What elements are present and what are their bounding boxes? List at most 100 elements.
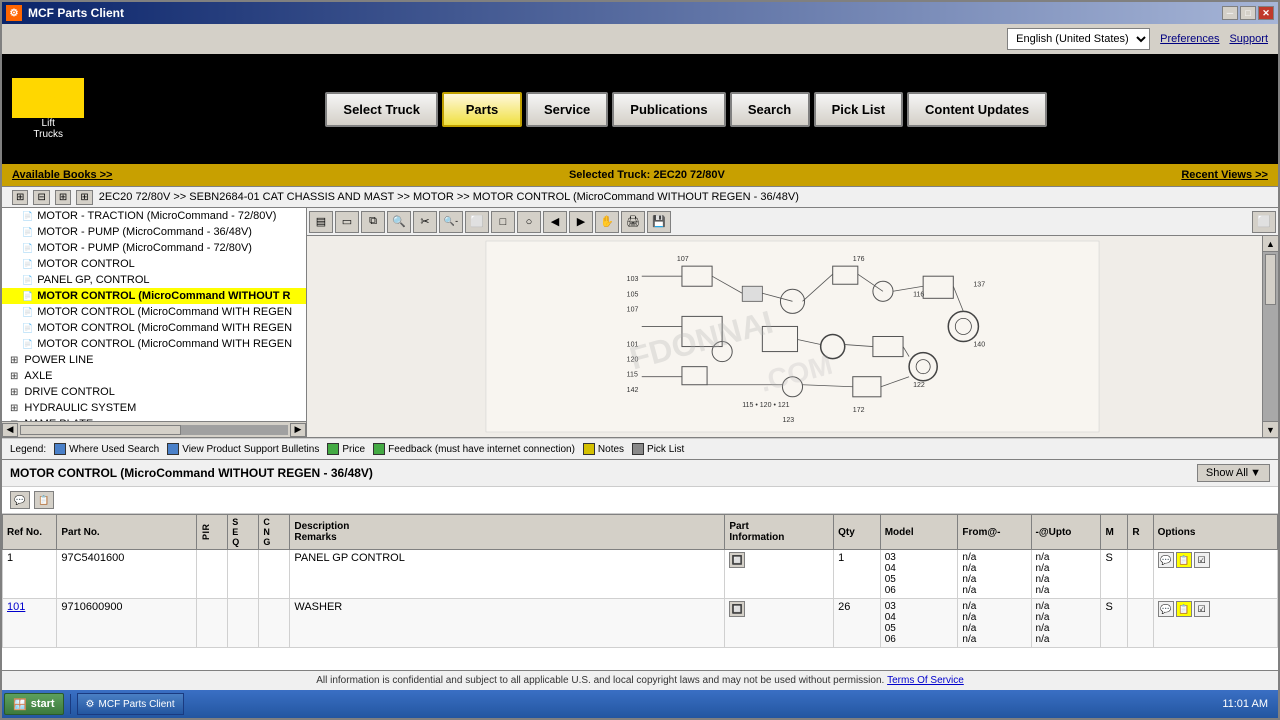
tree-label: DRIVE CONTROL xyxy=(24,386,114,398)
breadcrumb-icon-3[interactable]: ⊞ xyxy=(55,190,71,205)
svg-text:115 • 120 • 121: 115 • 120 • 121 xyxy=(742,402,789,409)
minimize-button[interactable]: ─ xyxy=(1222,6,1238,20)
expand-icon[interactable]: ⊞ xyxy=(10,387,18,398)
available-books[interactable]: Available Books >> xyxy=(12,169,112,181)
scroll-thumb[interactable] xyxy=(20,425,181,435)
legend-where-used[interactable]: Where Used Search xyxy=(54,443,159,455)
parts-actions: 💬 📋 xyxy=(2,487,1278,514)
diagram-vscroll[interactable]: ▲ ▼ xyxy=(1262,236,1278,437)
language-select[interactable]: English (United States) xyxy=(1007,28,1150,50)
part-info-icon-1[interactable]: 🔲 xyxy=(729,552,745,568)
tree-item-drive-control[interactable]: ⊞ DRIVE CONTROL xyxy=(2,384,306,400)
info-bar: Available Books >> Selected Truck: 2EC20… xyxy=(2,164,1278,186)
tree-item-motor-control-without[interactable]: 📄 MOTOR CONTROL (MicroCommand WITHOUT R xyxy=(2,288,306,304)
tree-item-power-line[interactable]: ⊞ POWER LINE xyxy=(2,352,306,368)
legend-price[interactable]: Price xyxy=(327,443,365,455)
legend-picklist[interactable]: Pick List xyxy=(632,443,684,455)
close-button[interactable]: ✕ xyxy=(1258,6,1274,20)
cell-r-1 xyxy=(197,550,228,599)
support-link[interactable]: Support xyxy=(1229,33,1268,45)
nav-pick-list[interactable]: Pick List xyxy=(814,92,903,127)
print-btn[interactable]: 🖨 xyxy=(621,211,645,233)
cell-r-101 xyxy=(197,599,228,648)
play-btn[interactable]: ▶ xyxy=(569,211,593,233)
breadcrumb-icon-1[interactable]: ⊞ xyxy=(12,190,28,205)
taskbar: 🪟 start ⚙ MCF Parts Client 11:01 AM xyxy=(2,690,1278,718)
nav-service[interactable]: Service xyxy=(526,92,608,127)
nav-search[interactable]: Search xyxy=(730,92,810,127)
tree-scroll-area[interactable]: 📄 MOTOR - TRACTION (MicroCommand - 72/80… xyxy=(2,208,306,421)
comment-icon-101[interactable]: 💬 xyxy=(1158,601,1174,617)
note-icon-101[interactable]: 📋 xyxy=(1176,601,1192,617)
expand-icon[interactable]: ⊞ xyxy=(10,371,18,382)
play-back-btn[interactable]: ◀ xyxy=(543,211,567,233)
tree-item-motor-pump-36[interactable]: 📄 MOTOR - PUMP (MicroCommand - 36/48V) xyxy=(2,224,306,240)
col-model: Model xyxy=(880,515,958,550)
tree-item-motor-control-regen-3[interactable]: 📄 MOTOR CONTROL (MicroCommand WITH REGEN xyxy=(2,336,306,352)
nav-publications[interactable]: Publications xyxy=(612,92,725,127)
circle-btn[interactable]: ○ xyxy=(517,211,541,233)
tree-item-motor-control-regen-2[interactable]: 📄 MOTOR CONTROL (MicroCommand WITH REGEN xyxy=(2,320,306,336)
split-btn[interactable]: ⧉ xyxy=(361,211,385,233)
monitor-btn[interactable]: ▭ xyxy=(335,211,359,233)
nav-content-updates[interactable]: Content Updates xyxy=(907,92,1047,127)
nav-select-truck[interactable]: Select Truck xyxy=(325,92,438,127)
scroll-track[interactable] xyxy=(20,425,288,435)
col-r: R xyxy=(1128,515,1153,550)
expand-icon[interactable]: ⊞ xyxy=(10,403,18,414)
breadcrumb-icon-2[interactable]: ⊟ xyxy=(33,190,49,205)
zoom-in-btn[interactable]: 🔍 xyxy=(387,211,411,233)
comment-icon-1[interactable]: 💬 xyxy=(1158,552,1174,568)
legend-notes[interactable]: Notes xyxy=(583,443,624,455)
tree-item-motor-pump-72[interactable]: 📄 MOTOR - PUMP (MicroCommand - 72/80V) xyxy=(2,240,306,256)
picklist-icon-1[interactable]: ☑ xyxy=(1194,552,1210,568)
picklist-icon-101[interactable]: ☑ xyxy=(1194,601,1210,617)
recent-views[interactable]: Recent Views >> xyxy=(1181,169,1268,181)
note-btn[interactable]: 📋 xyxy=(34,491,54,509)
square-btn[interactable]: □ xyxy=(491,211,515,233)
note-icon-1[interactable]: 📋 xyxy=(1176,552,1192,568)
parts-section-title: MOTOR CONTROL (MicroCommand WITHOUT REGE… xyxy=(10,466,373,480)
hand-btn[interactable]: ✋ xyxy=(595,211,619,233)
footer-terms[interactable]: Terms Of Service xyxy=(887,675,964,686)
crop-btn[interactable]: ✂ xyxy=(413,211,437,233)
tree-item-hydraulic[interactable]: ⊞ HYDRAULIC SYSTEM xyxy=(2,400,306,416)
taskbar-app-mcf[interactable]: ⚙ MCF Parts Client xyxy=(77,693,184,715)
frame-btn[interactable]: ⬜ xyxy=(465,211,489,233)
tree-item-axle[interactable]: ⊞ AXLE xyxy=(2,368,306,384)
legend-feedback[interactable]: Feedback (must have internet connection) xyxy=(373,443,575,455)
vscroll-thumb[interactable] xyxy=(1265,254,1276,305)
tree-item-motor-control[interactable]: 📄 MOTOR CONTROL xyxy=(2,256,306,272)
scroll-right-btn[interactable]: ▶ xyxy=(290,423,306,437)
comment-btn[interactable]: 💬 xyxy=(10,491,30,509)
parts-title-bar: MOTOR CONTROL (MicroCommand WITHOUT REGE… xyxy=(2,460,1278,487)
doc-icon: 📄 xyxy=(22,291,33,302)
preferences-link[interactable]: Preferences xyxy=(1160,33,1219,45)
tree-item-motor-control-regen-1[interactable]: 📄 MOTOR CONTROL (MicroCommand WITH REGEN xyxy=(2,304,306,320)
cell-desc-101: WASHER xyxy=(290,599,725,648)
tree-item-motor-traction[interactable]: 📄 MOTOR - TRACTION (MicroCommand - 72/80… xyxy=(2,208,306,224)
doc-icon: 📄 xyxy=(22,211,33,222)
scroll-left-btn[interactable]: ◀ xyxy=(2,423,18,437)
vscroll-down[interactable]: ▼ xyxy=(1263,421,1278,437)
export-btn[interactable]: 💾 xyxy=(647,211,671,233)
vscroll-up[interactable]: ▲ xyxy=(1263,236,1278,252)
show-all-button[interactable]: Show All ▼ xyxy=(1197,464,1270,482)
zoom-out-btn[interactable]: 🔍- xyxy=(439,211,463,233)
start-button[interactable]: 🪟 start xyxy=(4,693,64,715)
tree-hscrollbar[interactable]: ◀ ▶ xyxy=(2,421,306,437)
legend-price-label: Price xyxy=(342,444,365,455)
tree-item-panel-gp[interactable]: 📄 PANEL GP, CONTROL xyxy=(2,272,306,288)
film-btn[interactable]: ▤ xyxy=(309,211,333,233)
nav-parts[interactable]: Parts xyxy=(442,92,522,127)
maximize-diagram-btn[interactable]: ⬜ xyxy=(1252,211,1276,233)
footer: All information is confidential and subj… xyxy=(2,670,1278,690)
header: CAT Lift Trucks Select Truck Parts Servi… xyxy=(2,54,1278,164)
expand-icon[interactable]: ⊞ xyxy=(10,355,18,366)
part-info-icon-101[interactable]: 🔲 xyxy=(729,601,745,617)
maximize-button[interactable]: □ xyxy=(1240,6,1256,20)
legend-bulletins[interactable]: View Product Support Bulletins xyxy=(167,443,319,455)
parts-area: MOTOR CONTROL (MicroCommand WITHOUT REGE… xyxy=(2,460,1278,680)
breadcrumb-icon-4[interactable]: ⊞ xyxy=(76,190,92,205)
vscroll-track[interactable] xyxy=(1263,252,1278,421)
